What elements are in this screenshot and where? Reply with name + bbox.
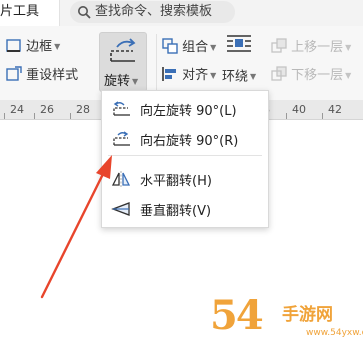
reset-style-icon: [6, 66, 22, 81]
search-box[interactable]: 查找命令、搜索模板: [70, 1, 235, 23]
rotate-left-icon: [113, 101, 130, 116]
ribbon-divider: [156, 34, 157, 92]
rotate-icon: [110, 38, 136, 62]
caret-down-icon: ▼: [210, 70, 217, 80]
menu-divider: [108, 155, 262, 156]
ruler-tick: [34, 113, 35, 119]
menu-item-flip-vertical[interactable]: 垂直翻转(V): [102, 195, 268, 223]
move-down-button[interactable]: 下移一层 ▼: [271, 66, 351, 85]
caret-down-icon: ▼: [210, 42, 217, 52]
wrap-label: 环绕: [222, 69, 249, 85]
caret-down-icon: ▼: [54, 42, 61, 51]
search-placeholder: 查找命令、搜索模板: [95, 4, 213, 19]
picture-tools-tab[interactable]: 片工具: [0, 0, 60, 26]
ruler-tick: [322, 113, 323, 119]
align-label: 对齐: [182, 68, 209, 83]
menu-item-label: 垂直翻转(V): [140, 204, 212, 219]
menu-item-label: 向右旋转 90°(R): [140, 134, 239, 149]
rotate-right-icon: [113, 131, 130, 146]
ruler-tick: [286, 113, 287, 119]
screen: 片工具 查找命令、搜索模板 边框 ▼ 重设样式 旋转 ▼ 组合 ▼ 对齐 ▼ 环…: [0, 0, 363, 350]
ruler-number: 28: [76, 103, 90, 116]
move-up-icon: [271, 38, 287, 53]
ruler-number: 26: [40, 103, 54, 116]
ruler-number: 40: [292, 103, 306, 116]
watermark-url: www.54yxw.com: [306, 328, 363, 338]
border-button[interactable]: 边框 ▼: [6, 38, 60, 57]
rotate-button[interactable]: 旋转 ▼: [99, 32, 147, 92]
rotate-label: 旋转: [104, 74, 131, 89]
align-button[interactable]: 对齐 ▼: [162, 66, 216, 85]
ruler-number: 24: [10, 103, 24, 116]
menu-item-label: 向左旋转 90°(L): [140, 104, 237, 119]
group-label: 组合: [182, 40, 209, 55]
menu-item-rotate-left[interactable]: 向左旋转 90°(L): [102, 95, 268, 123]
border-icon: [6, 38, 21, 52]
flip-vertical-icon: [111, 202, 130, 216]
move-down-icon: [271, 66, 287, 81]
rotate-dropdown-menu: 向左旋转 90°(L) 向右旋转 90°(R) 水平翻转(H) 垂直翻转(V): [101, 90, 269, 228]
ruler-tick: [70, 113, 71, 119]
watermark-text: 手游网: [282, 305, 333, 325]
reset-style-button[interactable]: 重设样式: [6, 66, 78, 85]
border-label: 边框: [26, 39, 53, 55]
caret-down-icon: ▼: [345, 70, 352, 80]
ruler-number: 42: [328, 103, 342, 116]
reset-style-label: 重设样式: [26, 68, 79, 83]
picture-tools-tab-label: 片工具: [0, 4, 40, 19]
caret-down-icon: ▼: [345, 42, 352, 52]
wrap-icon-area[interactable]: [226, 34, 256, 56]
flip-horizontal-icon: [111, 171, 131, 187]
ribbon: 边框 ▼ 重设样式 旋转 ▼ 组合 ▼ 对齐 ▼ 环绕 ▼ 上移一层 ▼ 下移一…: [0, 26, 363, 100]
top-bar: 片工具 查找命令、搜索模板: [0, 0, 363, 26]
watermark-brand: 54: [210, 292, 264, 339]
watermark-logo: 54 手游网 www.54yxw.com: [210, 292, 363, 344]
menu-item-rotate-right[interactable]: 向右旋转 90°(R): [102, 125, 268, 153]
wrap-button[interactable]: 环绕 ▼: [222, 68, 256, 87]
search-icon: [78, 6, 91, 19]
caret-down-icon: ▼: [132, 77, 139, 86]
ruler-tick: [4, 113, 5, 119]
move-down-label: 下移一层: [291, 68, 344, 83]
align-icon: [162, 67, 176, 81]
wrap-text-icon: [227, 35, 251, 52]
group-icon: [162, 38, 178, 54]
move-up-label: 上移一层: [291, 40, 344, 55]
menu-item-flip-horizontal[interactable]: 水平翻转(H): [102, 165, 268, 193]
caret-down-icon: ▼: [250, 72, 257, 81]
menu-item-label: 水平翻转(H): [140, 174, 212, 189]
move-up-button[interactable]: 上移一层 ▼: [271, 38, 351, 57]
group-button[interactable]: 组合 ▼: [162, 38, 216, 57]
